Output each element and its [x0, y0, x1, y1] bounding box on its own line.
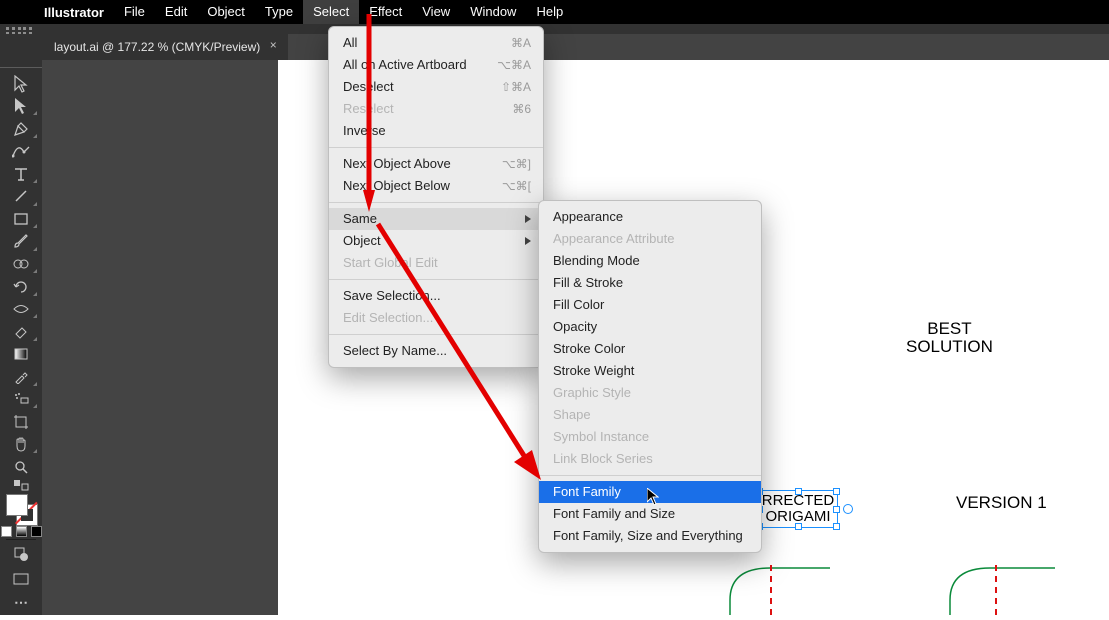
canvas-shape — [945, 560, 1065, 620]
submenu-item-opacity[interactable]: Opacity — [539, 316, 761, 338]
resize-handle[interactable] — [795, 523, 802, 530]
resize-handle[interactable] — [795, 488, 802, 495]
submenu-item-appearance-attr: Appearance Attribute — [539, 228, 761, 250]
panel-drag-dots[interactable] — [6, 27, 32, 31]
menu-item-deselect[interactable]: Deselect⇧⌘A — [329, 76, 543, 98]
submenu-item-stroke-color[interactable]: Stroke Color — [539, 338, 761, 360]
document-tab-title: layout.ai @ 177.22 % (CMYK/Preview) — [54, 40, 260, 54]
menu-select[interactable]: Select — [303, 0, 359, 24]
canvas-shape — [725, 560, 845, 620]
pen-tool[interactable] — [3, 117, 39, 140]
selection-tool[interactable] — [3, 72, 39, 95]
submenu-item-fill-stroke[interactable]: Fill & Stroke — [539, 272, 761, 294]
close-icon[interactable]: × — [266, 39, 280, 53]
menu-help[interactable]: Help — [526, 0, 573, 24]
line-tool[interactable] — [3, 185, 39, 208]
curvature-tool[interactable] — [3, 140, 39, 163]
rotate-tool[interactable] — [3, 275, 39, 298]
menu-type[interactable]: Type — [255, 0, 303, 24]
hand-tool[interactable] — [3, 433, 39, 456]
menu-item-select-by-name[interactable]: Select By Name... — [329, 340, 543, 362]
direct-selection-tool[interactable] — [3, 95, 39, 118]
document-tabbar: layout.ai @ 177.22 % (CMYK/Preview) × — [42, 34, 1109, 60]
macos-menubar: Illustrator File Edit Object Type Select… — [0, 0, 1109, 24]
chevron-right-icon — [525, 215, 531, 223]
edit-toolbar-icon[interactable]: ⋯ — [3, 591, 39, 615]
menu-item-object[interactable]: Object — [329, 230, 543, 252]
submenu-item-blending-mode[interactable]: Blending Mode — [539, 250, 761, 272]
canvas-guide — [995, 565, 997, 615]
submenu-item-fill-color[interactable]: Fill Color — [539, 294, 761, 316]
menu-item-same[interactable]: Same — [329, 208, 543, 230]
menu-item-reselect: Reselect⌘6 — [329, 98, 543, 120]
shape-builder-tool[interactable] — [3, 253, 39, 276]
screen-mode-icon[interactable] — [3, 566, 39, 590]
pasteboard — [42, 60, 278, 615]
submenu-item-shape: Shape — [539, 404, 761, 426]
menu-object[interactable]: Object — [197, 0, 255, 24]
menu-effect[interactable]: Effect — [359, 0, 412, 24]
text-port-icon[interactable] — [843, 504, 853, 514]
submenu-item-symbol-instance: Symbol Instance — [539, 426, 761, 448]
resize-handle[interactable] — [833, 523, 840, 530]
app-titlebar — [0, 24, 1109, 34]
eyedropper-tool[interactable] — [3, 365, 39, 388]
menu-item-next-above[interactable]: Next Object Above⌥⌘] — [329, 153, 543, 175]
rectangle-tool[interactable] — [3, 208, 39, 231]
submenu-item-stroke-weight[interactable]: Stroke Weight — [539, 360, 761, 382]
chevron-right-icon — [525, 237, 531, 245]
type-tool[interactable] — [3, 163, 39, 186]
zoom-tool[interactable] — [3, 455, 39, 478]
mouse-cursor-icon — [647, 488, 659, 506]
fill-stroke-swatch[interactable] — [3, 492, 39, 524]
fill-swatch[interactable] — [6, 494, 28, 516]
canvas-text: BESTSOLUTION — [906, 320, 993, 356]
gradient-tool[interactable] — [3, 343, 39, 366]
menu-item-all-artboard[interactable]: All on Active Artboard⌥⌘A — [329, 54, 543, 76]
menu-window[interactable]: Window — [460, 0, 526, 24]
menu-item-next-below[interactable]: Next Object Below⌥⌘[ — [329, 175, 543, 197]
resize-handle[interactable] — [833, 506, 840, 513]
menu-item-save-selection[interactable]: Save Selection... — [329, 285, 543, 307]
fill-stroke-toggle-icon[interactable] — [3, 478, 39, 491]
canvas-text: VERSION 1 — [956, 494, 1047, 512]
canvas-guide — [770, 565, 772, 615]
resize-handle[interactable] — [833, 488, 840, 495]
draw-mode-icon[interactable] — [3, 542, 39, 566]
submenu-item-font-family-size[interactable]: Font Family and Size — [539, 503, 761, 525]
eraser-tool[interactable] — [3, 320, 39, 343]
menu-item-all[interactable]: All⌘A — [329, 32, 543, 54]
select-menu-dropdown: All⌘A All on Active Artboard⌥⌘A Deselect… — [328, 26, 544, 368]
artboard-tool[interactable] — [3, 410, 39, 433]
symbol-sprayer-tool[interactable] — [3, 388, 39, 411]
app-name[interactable]: Illustrator — [34, 5, 114, 20]
document-tab[interactable]: layout.ai @ 177.22 % (CMYK/Preview) × — [42, 34, 288, 60]
toolbox: ⋯ — [0, 60, 42, 615]
submenu-item-appearance[interactable]: Appearance — [539, 206, 761, 228]
menu-item-edit-selection: Edit Selection... — [329, 307, 543, 329]
menu-view[interactable]: View — [412, 0, 460, 24]
paintbrush-tool[interactable] — [3, 230, 39, 253]
menu-item-inverse[interactable]: Inverse — [329, 120, 543, 142]
menu-edit[interactable]: Edit — [155, 0, 197, 24]
menu-item-start-global: Start Global Edit — [329, 252, 543, 274]
text-selection-box[interactable]: RRECTEDORIGAMI — [758, 490, 838, 528]
toolbox-drag-handle[interactable] — [0, 60, 42, 72]
menu-file[interactable]: File — [114, 0, 155, 24]
submenu-item-link-block: Link Block Series — [539, 448, 761, 470]
submenu-item-graphic-style: Graphic Style — [539, 382, 761, 404]
submenu-item-font-family-all[interactable]: Font Family, Size and Everything — [539, 525, 761, 547]
width-tool[interactable] — [3, 298, 39, 321]
